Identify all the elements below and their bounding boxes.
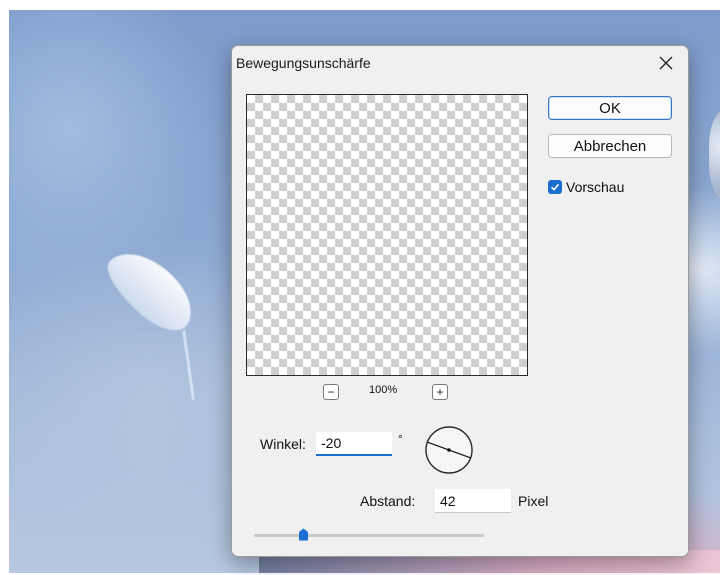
preview-checkbox[interactable] bbox=[548, 180, 562, 194]
feather-image bbox=[96, 238, 206, 342]
distance-label: Abstand: bbox=[360, 493, 416, 509]
zoom-in-button[interactable]: + bbox=[432, 384, 448, 400]
distance-input[interactable] bbox=[435, 489, 511, 513]
distance-slider-track[interactable] bbox=[254, 534, 484, 537]
preview-checkbox-row[interactable]: Vorschau bbox=[548, 179, 624, 195]
motion-blur-dialog: Bewegungsunschärfe − 100% + OK Abbrechen… bbox=[231, 45, 689, 557]
degree-symbol: ° bbox=[398, 432, 403, 446]
feather-stem bbox=[182, 330, 195, 400]
distance-unit: Pixel bbox=[518, 493, 549, 509]
angle-input[interactable] bbox=[316, 432, 392, 456]
checkmark-icon bbox=[550, 183, 560, 191]
ok-button[interactable]: OK bbox=[548, 96, 672, 120]
distance-slider-thumb[interactable] bbox=[298, 528, 309, 541]
angle-dial[interactable] bbox=[423, 424, 475, 476]
zoom-level: 100% bbox=[369, 384, 398, 396]
angle-label: Winkel: bbox=[260, 436, 306, 452]
zoom-out-button[interactable]: − bbox=[323, 384, 339, 400]
dialog-title: Bewegungsunschärfe bbox=[236, 55, 371, 71]
close-button[interactable] bbox=[650, 48, 682, 78]
jewel-decoration bbox=[709, 110, 720, 200]
close-icon bbox=[659, 56, 673, 70]
dialog-titlebar[interactable]: Bewegungsunschärfe bbox=[232, 46, 688, 80]
preview-area[interactable] bbox=[246, 94, 528, 376]
preview-checkbox-label: Vorschau bbox=[566, 179, 625, 195]
cancel-button[interactable]: Abbrechen bbox=[548, 134, 672, 158]
